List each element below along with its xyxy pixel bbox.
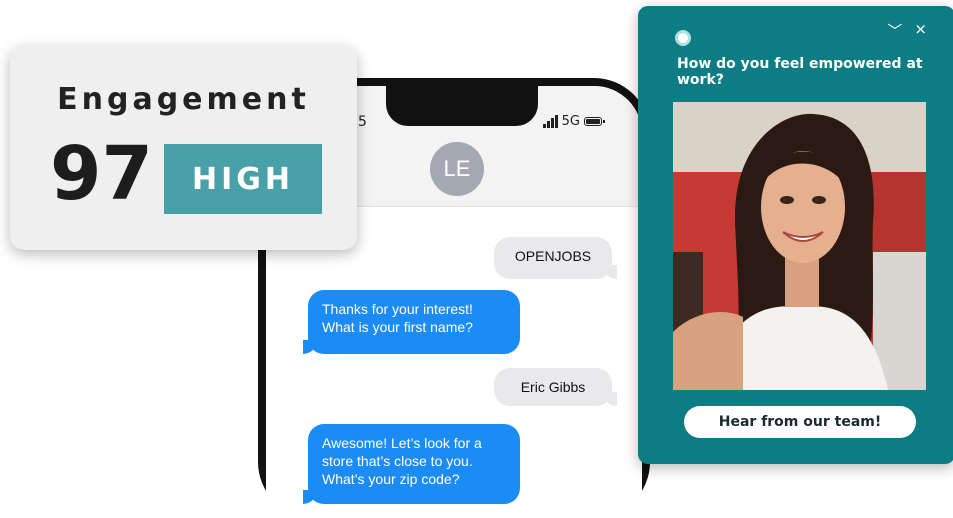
message-bubble-incoming: Eric Gibbs (494, 368, 617, 406)
engagement-level-badge: HIGH (164, 144, 322, 214)
message-bubble-outgoing: Thanks for your interest! What is your f… (303, 290, 520, 354)
chevron-down-icon[interactable]: ﹀ (887, 20, 902, 41)
phone-notch (386, 86, 538, 126)
message-bubble-outgoing: Awesome! Let’s look for a store that’s c… (303, 424, 520, 504)
contact-avatar[interactable]: LE (430, 142, 484, 196)
hear-from-team-button[interactable]: Hear from our team! (684, 406, 916, 438)
engagement-title: Engagement (57, 82, 310, 117)
survey-question: How do you feel empowered at work? (677, 56, 923, 88)
widget-controls: ﹀ × (887, 20, 927, 41)
survey-widget: ﹀ × How do you feel empowered at work? H (638, 6, 953, 464)
message-bubble-incoming: OPENJOBS (494, 237, 617, 279)
status-indicators: 5G (542, 114, 605, 129)
engagement-score: 97 (50, 131, 153, 217)
widget-status-dot (675, 30, 691, 46)
engagement-card: Engagement 97 HIGH (10, 46, 357, 250)
team-member-photo (673, 102, 926, 390)
network-label: 5G (561, 114, 580, 129)
close-icon[interactable]: × (914, 20, 927, 41)
signal-icon (542, 115, 558, 128)
battery-icon (584, 117, 605, 126)
status-time: 5 (358, 114, 367, 130)
